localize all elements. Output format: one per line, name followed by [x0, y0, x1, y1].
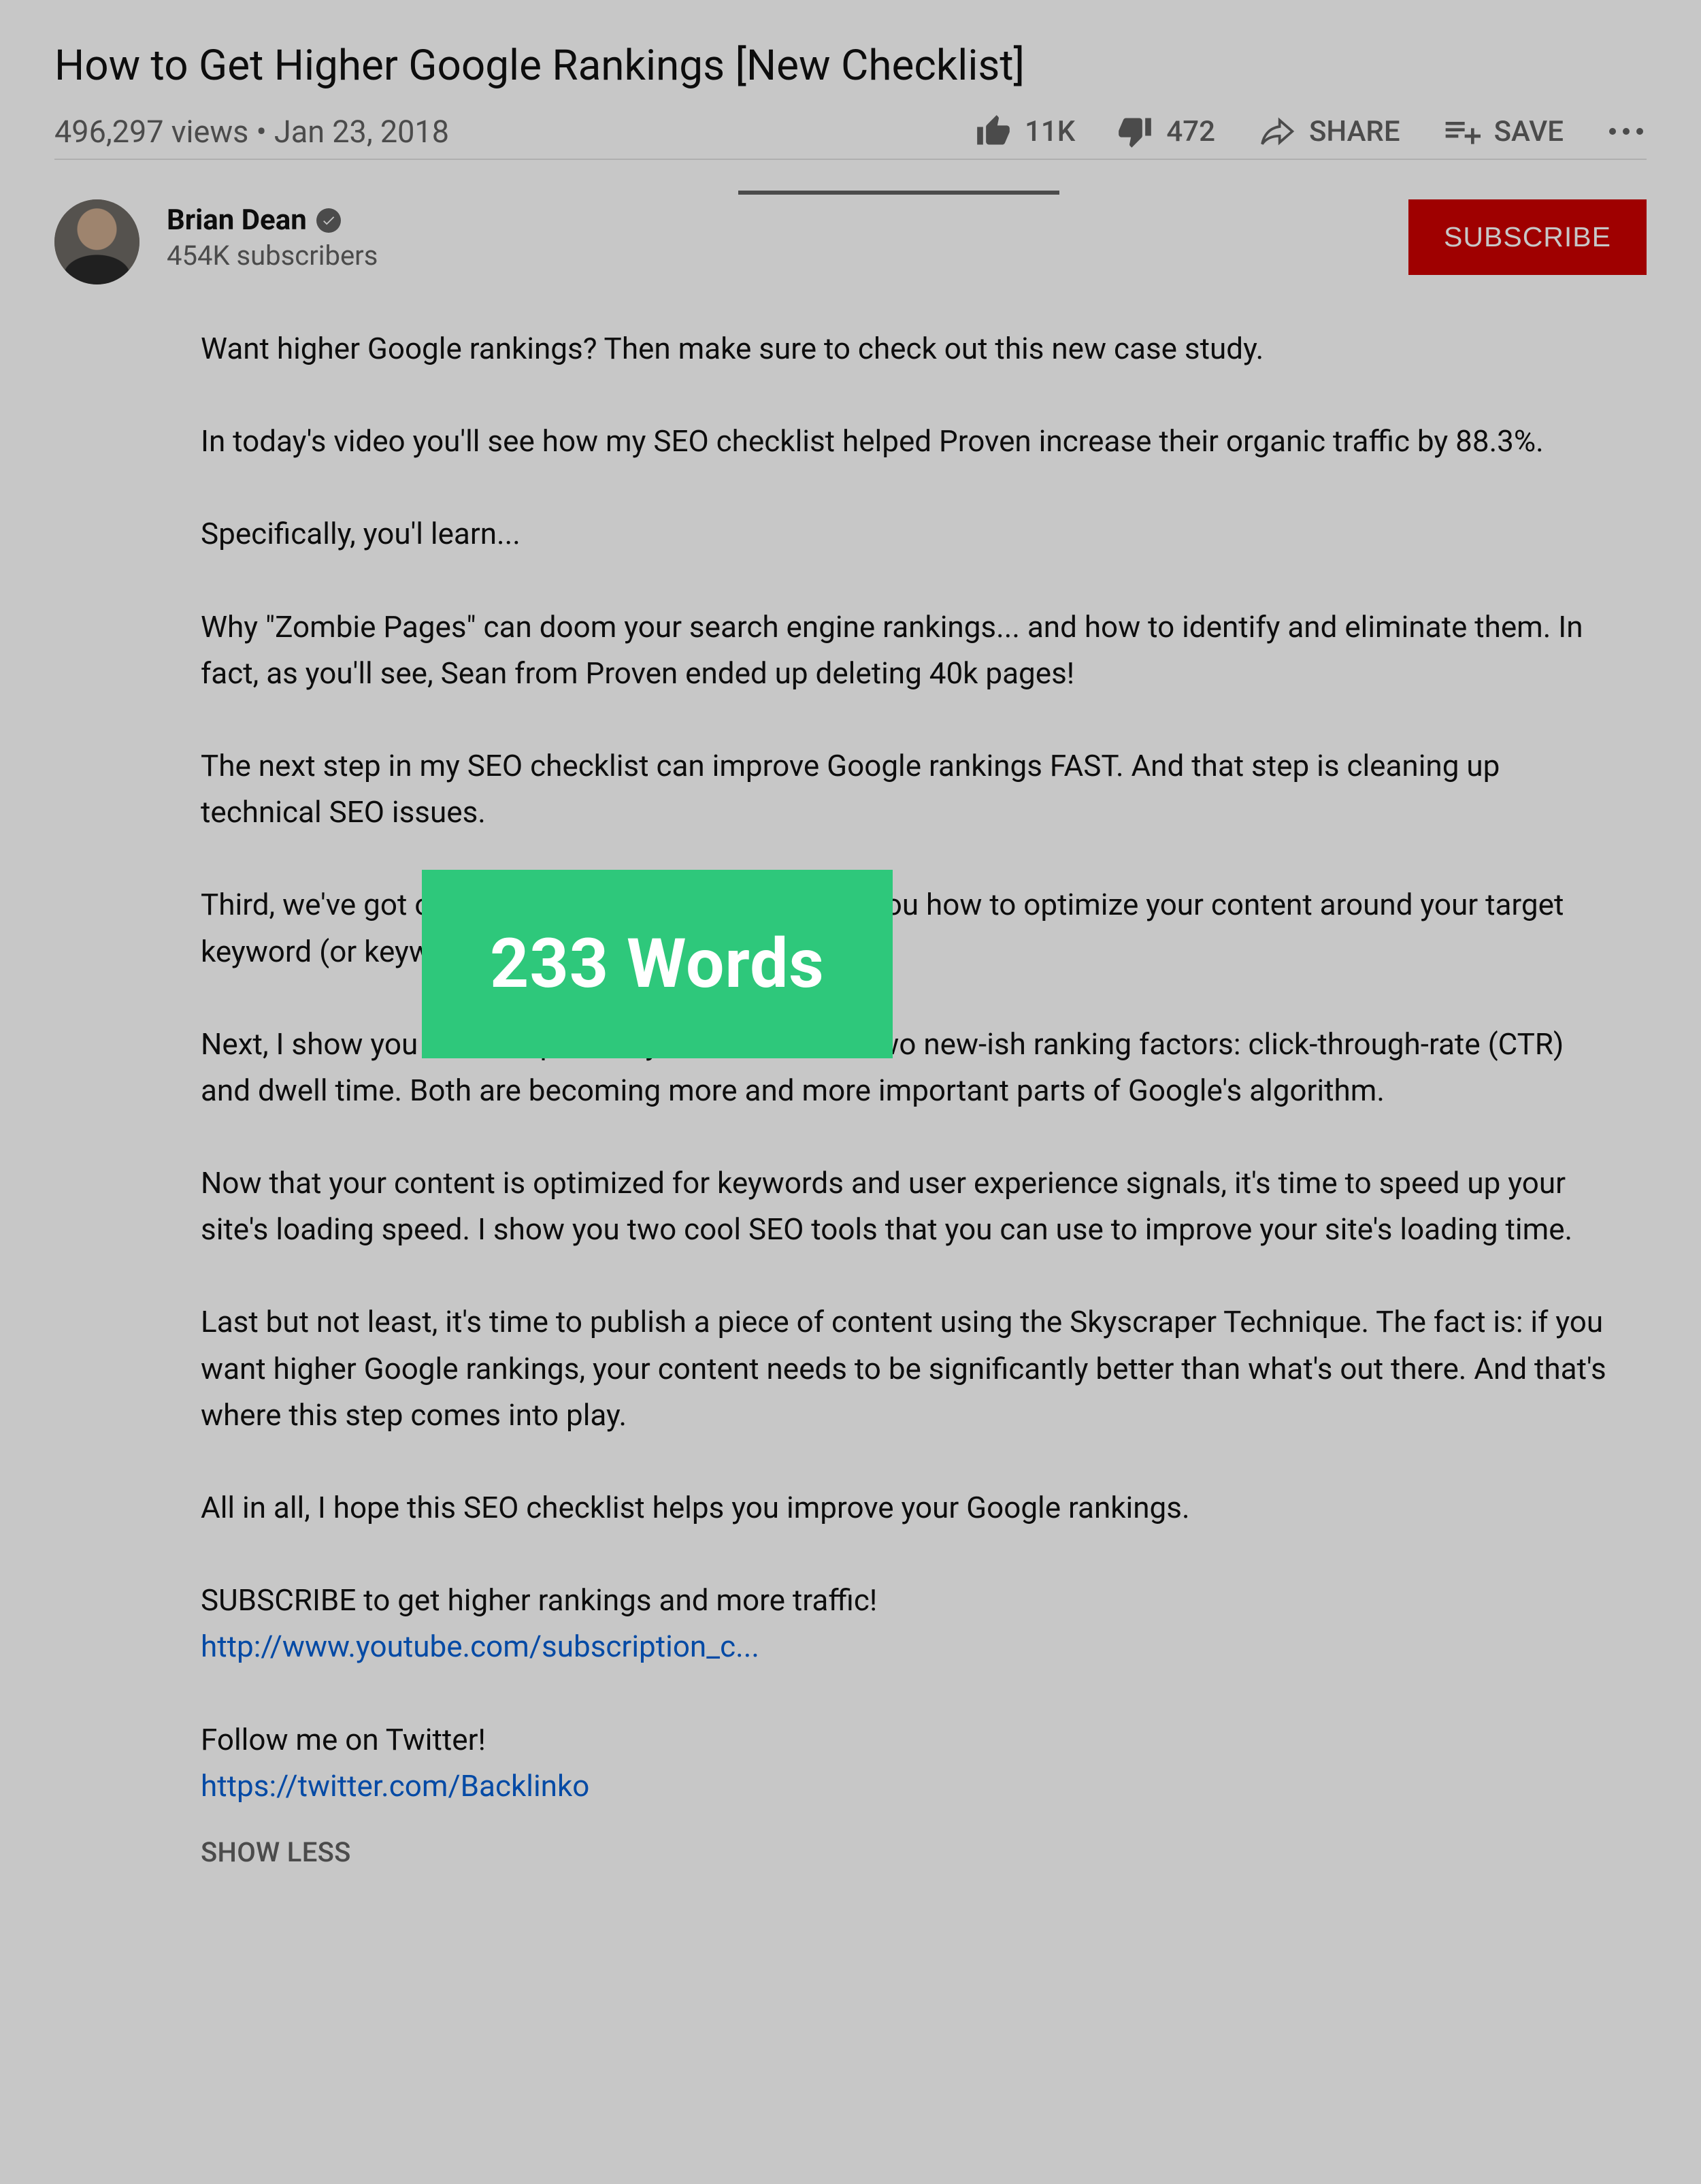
like-button[interactable]: 11K [976, 114, 1075, 149]
meta-row: 496,297 views • Jan 23, 2018 11K 472 SHA… [54, 111, 1647, 160]
action-bar: 11K 472 SHARE SAVE [976, 111, 1647, 152]
more-icon [1623, 128, 1630, 135]
thumbs-down-icon [1117, 114, 1153, 149]
subscribe-button[interactable]: SUBSCRIBE [1408, 199, 1647, 275]
word-count-badge: 233 Words [422, 870, 893, 1058]
desc-paragraph: Specifically, you'l learn... [201, 510, 1616, 557]
desc-paragraph: The next step in my SEO checklist can im… [201, 743, 1616, 835]
more-icon [1609, 128, 1616, 135]
verified-icon [316, 208, 341, 233]
channel-avatar[interactable] [54, 199, 139, 284]
dislike-button[interactable]: 472 [1117, 114, 1215, 149]
desc-paragraph: Last but not least, it's time to publish… [201, 1299, 1616, 1438]
views-date: 496,297 views • Jan 23, 2018 [54, 114, 449, 150]
thumbs-up-icon [976, 114, 1011, 149]
publish-date: Jan 23, 2018 [274, 114, 449, 150]
more-icon [1636, 128, 1643, 135]
more-actions-button[interactable] [1606, 111, 1647, 152]
desc-paragraph: Now that your content is optimized for k… [201, 1160, 1616, 1252]
save-button[interactable]: SAVE [1442, 112, 1564, 150]
desc-twitter-block: Follow me on Twitter! https://twitter.co… [201, 1716, 1616, 1809]
dislike-count: 472 [1166, 115, 1215, 148]
channel-name[interactable]: Brian Dean [167, 203, 307, 237]
video-description: Want higher Google rankings? Then make s… [201, 325, 1616, 1809]
twitter-cta: Follow me on Twitter! [201, 1722, 486, 1757]
desc-paragraph: Want higher Google rankings? Then make s… [201, 325, 1616, 372]
subscriber-count: 454K subscribers [167, 240, 1381, 272]
meta-separator: • [248, 114, 274, 150]
view-count: 496,297 views [54, 114, 248, 150]
share-icon [1257, 112, 1295, 150]
like-count: 11K [1025, 115, 1075, 148]
share-button[interactable]: SHARE [1257, 112, 1400, 150]
show-less-button[interactable]: SHOW LESS [201, 1836, 1647, 1868]
avatar-image [54, 199, 139, 284]
desc-paragraph: Why "Zombie Pages" can doom your search … [201, 604, 1616, 696]
sentiment-bar [738, 191, 1059, 195]
playlist-add-icon [1442, 112, 1481, 150]
subscribe-cta: SUBSCRIBE to get higher rankings and mor… [201, 1582, 877, 1618]
twitter-link[interactable]: https://twitter.com/Backlinko [201, 1768, 589, 1804]
video-title: How to Get Higher Google Rankings [New C… [54, 41, 1647, 91]
save-label: SAVE [1494, 115, 1564, 148]
subscribe-link[interactable]: http://www.youtube.com/subscription_c... [201, 1629, 759, 1664]
desc-paragraph: All in all, I hope this SEO checklist he… [201, 1484, 1616, 1531]
channel-row: Brian Dean 454K subscribers SUBSCRIBE [54, 199, 1647, 284]
desc-subscribe-block: SUBSCRIBE to get higher rankings and mor… [201, 1577, 1616, 1669]
desc-paragraph: Next, I show you how to optimize your si… [201, 1021, 1616, 1113]
desc-paragraph: In today's video you'll see how my SEO c… [201, 418, 1616, 464]
desc-paragraph: Third, we've got on-page SEO. Here's whe… [201, 881, 1616, 974]
share-label: SHARE [1309, 115, 1400, 148]
